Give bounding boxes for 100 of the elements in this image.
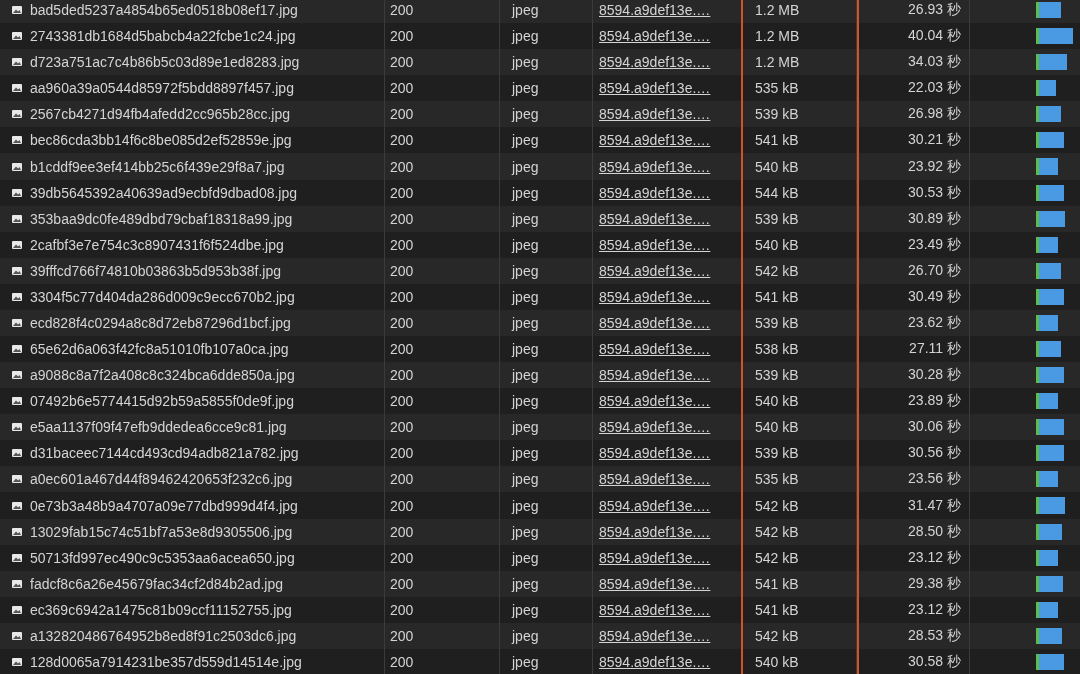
initiator-link[interactable]: 8594.a9def13e.… bbox=[599, 314, 711, 331]
request-time: 23.56 秒 bbox=[908, 470, 961, 489]
waterfall-bar bbox=[1036, 367, 1064, 384]
transfer-size: 540 kB bbox=[755, 393, 799, 410]
resource-type: jpeg bbox=[512, 601, 539, 618]
file-name[interactable]: 3304f5c77d404da286d009c9ecc670b2.jpg bbox=[30, 288, 295, 305]
initiator-link[interactable]: 8594.a9def13e.… bbox=[599, 601, 711, 618]
file-name[interactable]: d723a751ac7c4b86b5c03d89e1ed8283.jpg bbox=[30, 54, 300, 71]
file-name[interactable]: 353baa9dc0fe489dbd79cbaf18318a99.jpg bbox=[30, 210, 293, 227]
image-file-icon bbox=[12, 527, 22, 536]
waterfall-bar bbox=[1036, 106, 1061, 123]
transfer-size: 541 kB bbox=[755, 601, 799, 618]
initiator-link[interactable]: 8594.a9def13e.… bbox=[599, 288, 711, 305]
image-file-icon bbox=[12, 266, 22, 275]
initiator-link[interactable]: 8594.a9def13e.… bbox=[599, 54, 711, 71]
image-file-icon bbox=[12, 553, 22, 562]
resource-type: jpeg bbox=[512, 106, 539, 123]
file-name[interactable]: ecd828f4c0294a8c8d72eb87296d1bcf.jpg bbox=[30, 314, 291, 331]
file-name[interactable]: 2567cb4271d94fb4afedd2cc965b28cc.jpg bbox=[30, 106, 290, 123]
initiator-link[interactable]: 8594.a9def13e.… bbox=[599, 445, 711, 462]
waterfall-bar bbox=[1036, 523, 1062, 540]
file-name[interactable]: a9088c8a7f2a408c8c324bca6dde850a.jpg bbox=[30, 367, 295, 384]
request-time: 26.70 秒 bbox=[908, 261, 961, 280]
transfer-size: 542 kB bbox=[755, 549, 799, 566]
file-name[interactable]: d31baceec7144cd493cd94adb821a782.jpg bbox=[30, 445, 299, 462]
waterfall-bar bbox=[1036, 288, 1064, 305]
initiator-link[interactable]: 8594.a9def13e.… bbox=[599, 210, 711, 227]
image-file-icon bbox=[12, 397, 22, 406]
initiator-link[interactable]: 8594.a9def13e.… bbox=[599, 419, 711, 436]
image-file-icon bbox=[12, 84, 22, 93]
request-time: 26.93 秒 bbox=[908, 1, 961, 20]
file-name[interactable]: a132820486764952b8ed8f91c2503dc6.jpg bbox=[30, 627, 297, 644]
initiator-link[interactable]: 8594.a9def13e.… bbox=[599, 341, 711, 358]
initiator-link[interactable]: 8594.a9def13e.… bbox=[599, 158, 711, 175]
image-file-icon bbox=[12, 58, 22, 67]
status-code: 200 bbox=[390, 471, 414, 488]
waterfall-bar bbox=[1036, 445, 1064, 462]
request-time: 28.50 秒 bbox=[908, 522, 961, 541]
file-name[interactable]: 50713fd997ec490c9c5353aa6acea650.jpg bbox=[30, 549, 295, 566]
request-time: 30.06 秒 bbox=[908, 418, 961, 437]
image-file-icon bbox=[12, 631, 22, 640]
initiator-link[interactable]: 8594.a9def13e.… bbox=[599, 654, 711, 670]
initiator-link[interactable]: 8594.a9def13e.… bbox=[599, 236, 711, 253]
initiator-link[interactable]: 8594.a9def13e.… bbox=[599, 393, 711, 410]
image-file-icon bbox=[12, 110, 22, 119]
file-name[interactable]: 65e62d6a063f42fc8a51010fb107a0ca.jpg bbox=[30, 341, 289, 358]
image-file-icon bbox=[12, 449, 22, 458]
initiator-link[interactable]: 8594.a9def13e.… bbox=[599, 575, 711, 592]
initiator-link[interactable]: 8594.a9def13e.… bbox=[599, 2, 711, 19]
initiator-link[interactable]: 8594.a9def13e.… bbox=[599, 80, 711, 97]
initiator-link[interactable]: 8594.a9def13e.… bbox=[599, 106, 711, 123]
file-name[interactable]: 0e73b3a48b9a4707a09e77dbd999d4f4.jpg bbox=[30, 497, 298, 514]
file-name[interactable]: 39db5645392a40639ad9ecbfd9dbad08.jpg bbox=[30, 184, 298, 201]
initiator-link[interactable]: 8594.a9def13e.… bbox=[599, 28, 711, 45]
resource-type: jpeg bbox=[512, 54, 539, 71]
image-file-icon bbox=[12, 475, 22, 484]
status-code: 200 bbox=[390, 184, 414, 201]
file-name[interactable]: bad5ded5237a4854b65ed0518b08ef17.jpg bbox=[30, 2, 298, 19]
status-code: 200 bbox=[390, 54, 414, 71]
status-code: 200 bbox=[390, 2, 414, 19]
request-time: 30.89 秒 bbox=[908, 209, 961, 228]
file-name[interactable]: 128d0065a7914231be357d559d14514e.jpg bbox=[30, 654, 302, 670]
resource-type: jpeg bbox=[512, 549, 539, 566]
image-file-icon bbox=[12, 136, 22, 145]
resource-type: jpeg bbox=[512, 419, 539, 436]
status-code: 200 bbox=[390, 601, 414, 618]
initiator-link[interactable]: 8594.a9def13e.… bbox=[599, 627, 711, 644]
status-code: 200 bbox=[390, 419, 414, 436]
initiator-link[interactable]: 8594.a9def13e.… bbox=[599, 471, 711, 488]
file-name[interactable]: 07492b6e5774415d92b59a5855f0de9f.jpg bbox=[30, 393, 294, 410]
waterfall-bar bbox=[1036, 471, 1058, 488]
file-name[interactable]: fadcf8c6a26e45679fac34cf2d84b2ad.jpg bbox=[30, 575, 283, 592]
transfer-size: 535 kB bbox=[755, 80, 799, 97]
initiator-link[interactable]: 8594.a9def13e.… bbox=[599, 262, 711, 279]
file-name[interactable]: e5aa1137f09f47efb9ddedea6cce9c81.jpg bbox=[30, 419, 287, 436]
request-time: 23.89 秒 bbox=[908, 392, 961, 411]
status-code: 200 bbox=[390, 445, 414, 462]
file-name[interactable]: 13029fab15c74c51bf7a53e8d9305506.jpg bbox=[30, 523, 293, 540]
file-name[interactable]: aa960a39a0544d85972f5bdd8897f457.jpg bbox=[30, 80, 294, 97]
file-name[interactable]: 2cafbf3e7e754c3c8907431f6f524dbe.jpg bbox=[30, 236, 284, 253]
file-name[interactable]: bec86cda3bb14f6c8be085d2ef52859e.jpg bbox=[30, 132, 292, 149]
file-name[interactable]: 39fffcd766f74810b03863b5d953b38f.jpg bbox=[30, 262, 281, 279]
request-time: 40.04 秒 bbox=[908, 27, 961, 46]
file-name[interactable]: 2743381db1684d5babcb4a22fcbe1c24.jpg bbox=[30, 28, 296, 45]
waterfall-bar bbox=[1036, 28, 1073, 45]
initiator-link[interactable]: 8594.a9def13e.… bbox=[599, 497, 711, 514]
initiator-link[interactable]: 8594.a9def13e.… bbox=[599, 523, 711, 540]
file-name[interactable]: ec369c6942a1475c81b09ccf11152755.jpg bbox=[30, 601, 292, 618]
file-name[interactable]: b1cddf9ee3ef414bb25c6f439e29f8a7.jpg bbox=[30, 158, 285, 175]
resource-type: jpeg bbox=[512, 80, 539, 97]
initiator-link[interactable]: 8594.a9def13e.… bbox=[599, 367, 711, 384]
initiator-link[interactable]: 8594.a9def13e.… bbox=[599, 132, 711, 149]
transfer-size: 539 kB bbox=[755, 445, 799, 462]
initiator-link[interactable]: 8594.a9def13e.… bbox=[599, 549, 711, 566]
resource-type: jpeg bbox=[512, 367, 539, 384]
waterfall-bar bbox=[1036, 341, 1061, 358]
initiator-link[interactable]: 8594.a9def13e.… bbox=[599, 184, 711, 201]
file-name[interactable]: a0ec601a467d44f89462420653f232c6.jpg bbox=[30, 471, 293, 488]
transfer-size: 1.2 MB bbox=[755, 28, 800, 45]
status-code: 200 bbox=[390, 497, 414, 514]
